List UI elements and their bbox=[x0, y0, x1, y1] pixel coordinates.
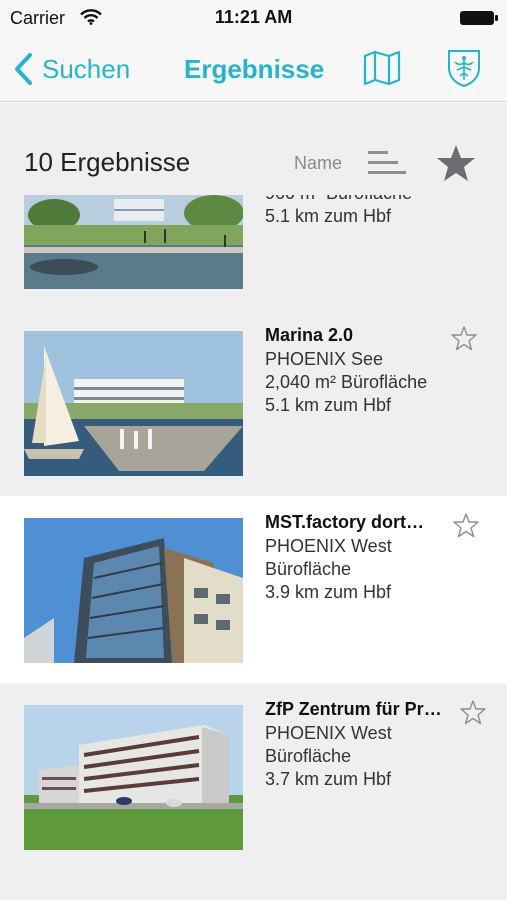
item-distance: 5.1 km zum Hbf bbox=[265, 206, 392, 226]
star-outline-icon[interactable] bbox=[460, 699, 486, 725]
item-type: Bürofläche bbox=[265, 746, 352, 766]
waterfront-park-photo bbox=[24, 195, 243, 289]
item-location: PHOENIX West bbox=[265, 536, 392, 556]
status-bar: Carrier 11:21 AM bbox=[0, 0, 507, 36]
glass-office-building-photo bbox=[24, 518, 243, 663]
back-button[interactable]: Suchen bbox=[12, 50, 130, 88]
list-item[interactable]: Marina 2.0 PHOENIX See 2,040 m² Bürofläc… bbox=[0, 309, 507, 497]
item-title: ZfP Zentrum für Produktionstechnologie bbox=[265, 699, 450, 719]
star-outline-icon[interactable] bbox=[453, 512, 479, 538]
list-item[interactable]: MST.factory dortmund PHOENIX West Bürofl… bbox=[0, 496, 507, 684]
item-location: PHOENIX West bbox=[265, 723, 392, 743]
marina-sailboat-photo bbox=[24, 331, 243, 476]
sort-lines-icon[interactable] bbox=[366, 147, 406, 179]
item-area: 2,040 m² Bürofläche bbox=[265, 372, 428, 392]
back-label: Suchen bbox=[42, 53, 131, 84]
sort-by-name-button[interactable]: Name bbox=[294, 153, 342, 174]
list-item[interactable]: ZfP Zentrum für Produktionstechnologie P… bbox=[0, 683, 507, 900]
item-distance: 3.9 km zum Hbf bbox=[265, 582, 392, 602]
office-building-lawn-photo bbox=[24, 705, 243, 850]
chevron-left-icon bbox=[15, 53, 32, 85]
battery-icon bbox=[459, 10, 499, 26]
results-list[interactable]: 960 m² Bürofläche 5.1 km zum Hbf bbox=[0, 195, 507, 900]
item-title: Marina 2.0 bbox=[265, 325, 354, 345]
list-item[interactable]: 960 m² Bürofläche 5.1 km zum Hbf bbox=[0, 195, 507, 322]
crest-icon[interactable] bbox=[446, 48, 482, 88]
map-icon[interactable] bbox=[362, 50, 402, 86]
item-title: MST.factory dortmund bbox=[265, 512, 440, 532]
star-filled-icon[interactable] bbox=[436, 143, 476, 183]
list-header: 10 Ergebnisse Name bbox=[0, 103, 507, 195]
navigation-bar: Suchen Ergebnisse bbox=[0, 36, 507, 102]
item-distance: 3.7 km zum Hbf bbox=[265, 769, 392, 789]
star-outline-icon[interactable] bbox=[451, 325, 477, 351]
item-distance: 5.1 km zum Hbf bbox=[265, 395, 392, 415]
item-area: 960 m² Bürofläche bbox=[265, 195, 455, 205]
item-location: PHOENIX See bbox=[265, 349, 384, 369]
result-count: 10 Ergebnisse bbox=[24, 147, 191, 177]
clock: 11:21 AM bbox=[214, 7, 293, 27]
page-title: Ergebnisse bbox=[184, 54, 325, 84]
item-type: Bürofläche bbox=[265, 559, 352, 579]
